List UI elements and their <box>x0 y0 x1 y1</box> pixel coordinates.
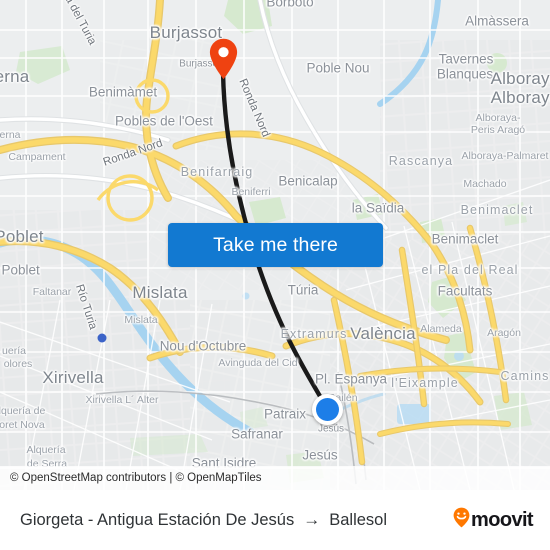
trip-footer: Giorgeta - Antigua Estación De Jesús → B… <box>0 490 550 550</box>
map-pin-icon[interactable] <box>209 38 238 80</box>
moovit-logo[interactable]: moovit <box>453 507 550 533</box>
arrow-right-icon: → <box>303 510 321 529</box>
map-attribution: © OpenStreetMap contributors | © OpenMap… <box>0 466 550 490</box>
moovit-wordmark: moovit <box>471 508 534 531</box>
origin-dot-icon[interactable] <box>312 394 343 425</box>
trip-summary: Giorgeta - Antigua Estación De Jesús → B… <box>0 510 453 530</box>
trip-origin-label: Giorgeta - Antigua Estación De Jesús <box>20 510 295 529</box>
take-me-there-button[interactable]: Take me there <box>168 223 383 267</box>
map-view[interactable]: Borbotó Burjassot Almàssera Poble Nou Burjas… <box>0 0 550 490</box>
moovit-trip-screen: Borbotó Burjassot Almàssera Poble Nou Burjas… <box>0 0 550 550</box>
trip-destination-label: Ballesol <box>329 510 388 529</box>
moovit-pin-icon <box>453 507 470 533</box>
